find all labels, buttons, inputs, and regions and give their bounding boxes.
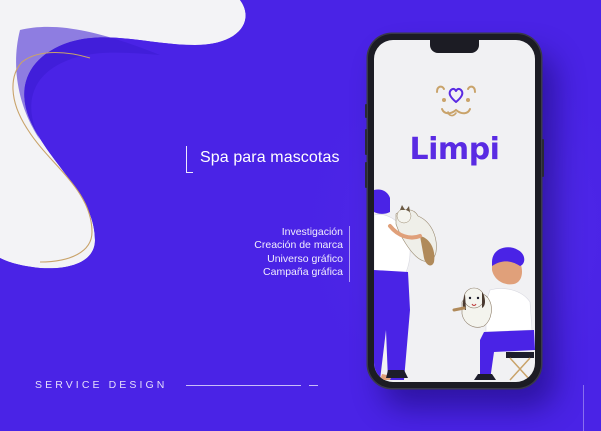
service-item: Creación de marca [254,239,343,252]
phone-side-button [542,139,544,177]
services-list: Investigación Creación de marca Universo… [254,226,343,279]
phone-side-button [365,129,367,155]
footer-label: SERVICE DESIGN [35,379,168,391]
woman-with-cat [374,189,437,380]
services-divider [349,226,350,282]
title-bracket [186,146,193,173]
service-item: Investigación [281,226,343,238]
pet-groomers-illustration [374,189,535,381]
corner-line [583,385,584,431]
footer-line [186,385,301,386]
phone-screen: Limpi [374,40,535,382]
man-with-dog [452,247,535,381]
footer-dash [309,385,318,386]
phone-mockup: Limpi [365,34,544,388]
service-item: Campaña gráfica [263,265,343,278]
phone-side-button [365,162,367,188]
page-title: Spa para mascotas [200,149,340,166]
service-item: Universo gráfico [267,252,343,265]
phone-side-button [365,104,367,118]
title-block: Spa para mascotas [186,146,364,174]
